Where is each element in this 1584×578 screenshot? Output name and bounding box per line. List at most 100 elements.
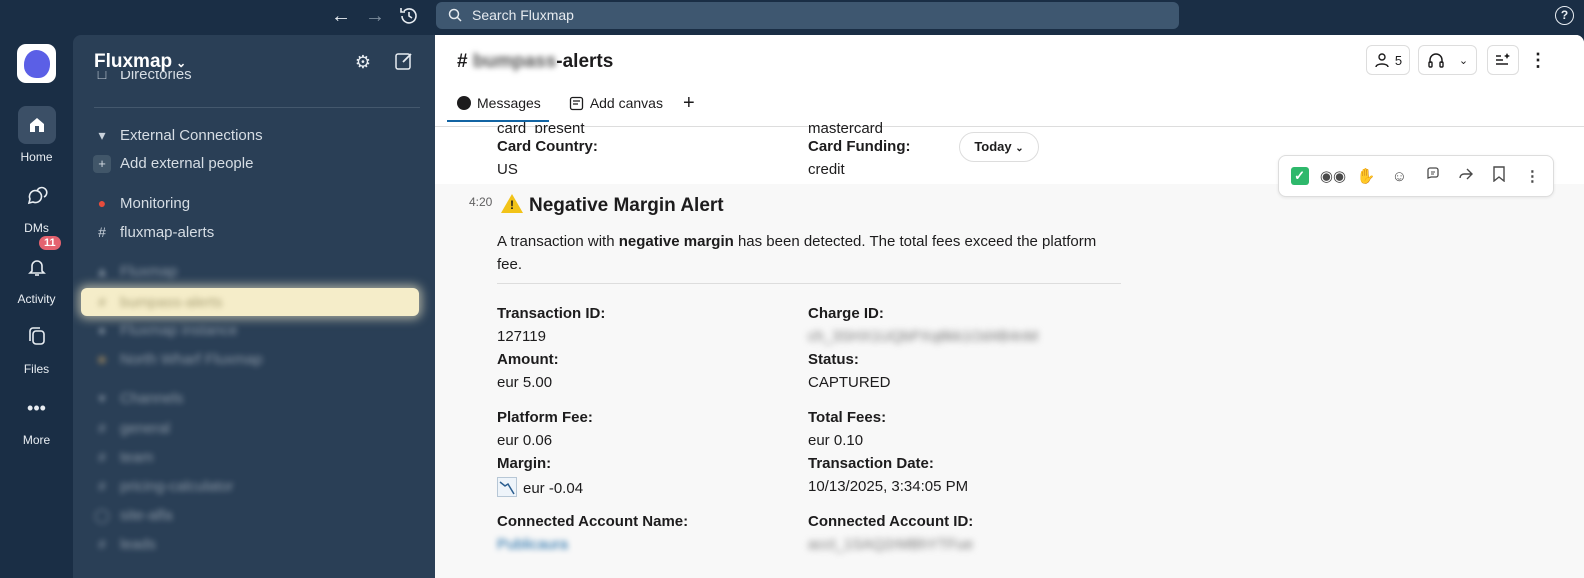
members-button[interactable]: 5 xyxy=(1366,45,1410,75)
channel-title[interactable]: # bumpass-alerts xyxy=(457,51,613,73)
caret-down-icon: ▾ xyxy=(98,127,106,143)
rail-home-label: Home xyxy=(20,150,53,164)
field-value: CAPTURED xyxy=(808,374,891,391)
huddle-button[interactable]: ⌄ xyxy=(1418,45,1477,75)
channel-ai-button[interactable] xyxy=(1487,45,1519,75)
rail-activity-label: Activity xyxy=(17,292,56,306)
account-name-link[interactable]: Publicaura xyxy=(497,536,568,553)
workspace-rail: Home DMs 11 Activity Files ••• More xyxy=(0,32,73,578)
sidebar-item-leads[interactable]: # leads xyxy=(93,532,156,556)
hash-icon: # xyxy=(98,478,106,494)
add-external-people-button[interactable]: + Add external people xyxy=(93,152,253,176)
rail-activity[interactable]: 11 Activity xyxy=(0,236,73,306)
message-list: card_present mastercard Card Country: US… xyxy=(435,120,1584,578)
sidebar-item-monitoring[interactable]: ● Monitoring xyxy=(93,191,190,215)
sidebar-item-label: site-alfa xyxy=(120,507,173,524)
sidebar-item-label: Directories xyxy=(120,71,192,83)
channel-sidebar: Fluxmap ⌄ ⚙ □ Directories ▾ External Connec… xyxy=(73,35,435,578)
forward-icon[interactable] xyxy=(1453,166,1479,186)
sidebar-item-label: North Wharf Fluxmap xyxy=(120,351,263,368)
margin-value-row: eur -0.04 xyxy=(497,477,583,497)
raised-hands-reaction-icon[interactable]: ✋ xyxy=(1353,167,1379,185)
field-label: Margin: xyxy=(497,455,552,472)
workspace-name-text: Fluxmap xyxy=(94,51,173,72)
sidebar-item-directories[interactable]: □ Directories xyxy=(93,71,192,85)
message-timestamp[interactable]: 4:20 xyxy=(469,195,492,209)
files-icon xyxy=(18,318,56,356)
field-value-partial: mastercard xyxy=(808,120,884,133)
help-icon[interactable]: ? xyxy=(1555,6,1574,25)
history-icon[interactable] xyxy=(397,4,421,28)
canvas-icon xyxy=(569,96,583,110)
members-count: 5 xyxy=(1394,52,1403,68)
reply-thread-icon[interactable] xyxy=(1420,166,1446,186)
rail-dms-label: DMs xyxy=(24,221,49,235)
sidebar-item-active-channel[interactable]: # bumpass-alerts xyxy=(93,290,222,314)
dms-icon xyxy=(18,177,56,215)
chart-decreasing-icon xyxy=(497,477,517,497)
hash-icon: # xyxy=(98,294,106,310)
chevron-down-icon: ⌄ xyxy=(1015,143,1024,154)
workspace-logo[interactable] xyxy=(17,44,56,83)
sidebar-divider xyxy=(94,107,420,108)
field-value: US xyxy=(497,161,518,178)
field-label: Charge ID: xyxy=(808,305,884,322)
avatar-icon: ■ xyxy=(97,351,107,367)
field-label: Connected Account ID: xyxy=(808,513,974,530)
sidebar-item-label: Fluxmap xyxy=(120,263,178,280)
channel-hash: # xyxy=(457,51,468,72)
home-icon xyxy=(17,106,56,144)
eyes-reaction-icon[interactable]: ◉◉ xyxy=(1320,167,1346,185)
sidebar-item-team[interactable]: # team xyxy=(93,445,153,469)
hash-icon: # xyxy=(98,224,106,240)
field-label: Connected Account Name: xyxy=(497,513,689,530)
body-text: A transaction with xyxy=(497,233,619,250)
chevron-down-icon[interactable]: ⌄ xyxy=(1459,54,1468,67)
sidebar-item-pricing[interactable]: # pricing-calculator xyxy=(93,474,233,498)
rail-dms[interactable]: DMs xyxy=(0,177,73,235)
rail-more[interactable]: ••• More xyxy=(0,389,73,447)
compose-icon[interactable] xyxy=(393,51,415,73)
field-label: Card Funding: xyxy=(808,138,911,155)
field-value: 127119 xyxy=(497,328,546,345)
back-arrow-icon[interactable]: ← xyxy=(329,4,353,28)
section-channels[interactable]: ▾ Channels xyxy=(93,386,183,410)
sidebar-item-north-wharf[interactable]: ■ North Wharf Fluxmap xyxy=(93,347,263,371)
globe-icon: ● xyxy=(97,322,107,338)
channel-name-suffix: -alerts xyxy=(556,51,614,72)
date-divider-pill[interactable]: Today ⌄ xyxy=(959,132,1039,162)
sidebar-item-site[interactable]: ◯ site-alfa xyxy=(93,503,173,527)
sidebar-item-general[interactable]: # general xyxy=(93,416,170,440)
chevron-down-icon: ⌄ xyxy=(176,56,187,70)
field-value: eur 0.10 xyxy=(808,432,864,449)
sidebar-item-fluxmap[interactable]: ▲ Fluxmap xyxy=(93,259,178,283)
check-reaction-icon[interactable]: ✓ xyxy=(1287,167,1313,185)
settings-gear-icon[interactable]: ⚙ xyxy=(352,51,374,73)
sidebar-item-fluxmap-alerts[interactable]: # fluxmap-alerts xyxy=(93,220,214,244)
plus-icon: + xyxy=(93,155,111,173)
tab-add-canvas[interactable]: Add canvas xyxy=(569,95,663,111)
sidebar-item-label: general xyxy=(120,420,171,437)
field-label: Card Country: xyxy=(497,138,598,155)
message-bubble-icon xyxy=(457,96,471,110)
siren-icon: ● xyxy=(97,195,107,211)
sidebar-item-label: External Connections xyxy=(120,127,263,144)
hash-icon: # xyxy=(98,420,106,436)
more-actions-icon[interactable]: ⋮ xyxy=(1519,167,1545,185)
section-external-connections[interactable]: ▾ External Connections xyxy=(93,123,263,147)
warning-icon: ! xyxy=(501,194,523,213)
rail-home[interactable]: Home xyxy=(0,106,73,164)
caret-down-icon: ▾ xyxy=(98,390,106,406)
rail-files[interactable]: Files xyxy=(0,318,73,376)
workspace-name[interactable]: Fluxmap ⌄ xyxy=(94,51,186,73)
sidebar-item-instance[interactable]: ● Fluxmap instance xyxy=(93,318,238,342)
search-input[interactable]: Search Fluxmap xyxy=(436,2,1179,29)
kebab-menu-icon[interactable]: ⋮ xyxy=(1528,45,1548,75)
add-tab-plus-icon[interactable]: + xyxy=(683,93,695,113)
bookmark-icon[interactable] xyxy=(1486,166,1512,186)
field-value-partial: card_present xyxy=(497,120,585,133)
search-icon xyxy=(448,8,462,22)
field-value-blurred: acct_1SAQ2rMBhYTFue xyxy=(808,536,974,553)
add-reaction-icon[interactable]: ☺ xyxy=(1386,168,1412,185)
forward-arrow-icon[interactable]: → xyxy=(363,4,387,28)
